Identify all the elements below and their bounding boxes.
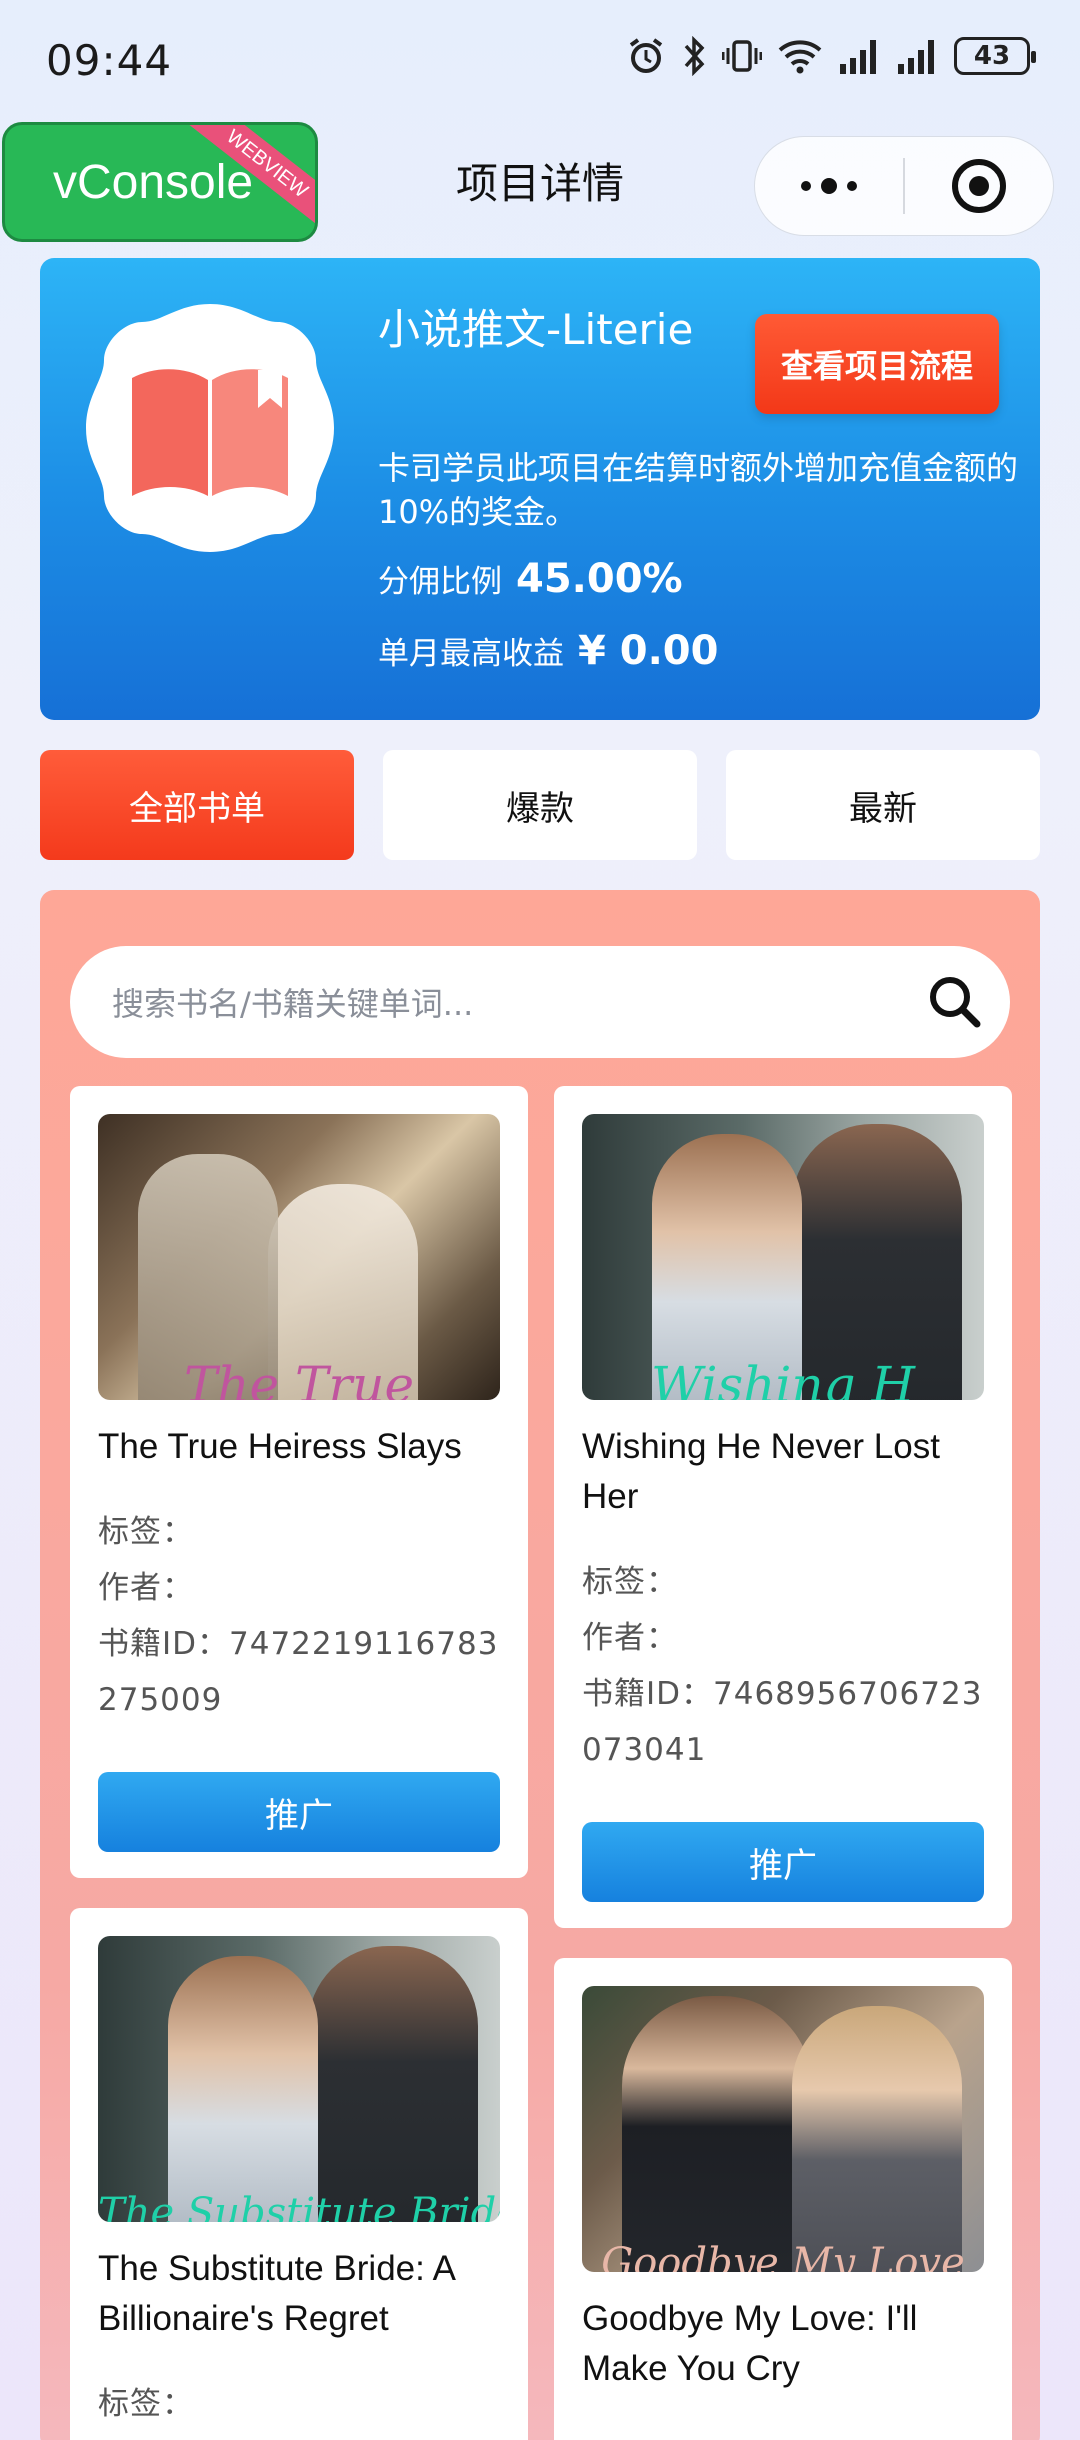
wifi-icon <box>778 40 822 74</box>
tab-all-books[interactable]: 全部书单 <box>40 750 354 860</box>
battery-icon: 43 <box>954 37 1036 75</box>
battery-level: 43 <box>973 41 1011 71</box>
signal-icon <box>840 40 876 74</box>
book-card: The True The True Heiress Slays 标签： 作者： … <box>70 1086 528 1878</box>
max-income-value: ¥ 0.00 <box>578 628 719 674</box>
max-income-row: 单月最高收益 ¥ 0.00 <box>378 628 718 674</box>
book-title: Goodbye My Love: I'll Make You Cry <box>582 2299 918 2388</box>
commission-row: 分佣比例 45.00% <box>378 556 683 602</box>
cover-title-text: The Substitute Bride <box>98 2190 500 2222</box>
book-meta: 标签： <box>98 2376 508 2432</box>
close-miniprogram-button[interactable] <box>905 137 1053 235</box>
project-card: 小说推文-Literie 查看项目流程 卡司学员此项目在结算时额外增加充值金额的… <box>40 258 1040 720</box>
more-button[interactable] <box>755 137 903 235</box>
alarm-icon <box>629 38 663 73</box>
book-card: The Substitute Bride The Substitute Brid… <box>70 1908 528 2440</box>
project-description: 卡司学员此项目在结算时额外增加充值金额的10%的奖金。 <box>378 449 1019 531</box>
cover-title-text: The True <box>183 1356 415 1400</box>
more-icon <box>801 178 857 194</box>
miniprogram-capsule <box>754 136 1054 236</box>
cover-figure <box>792 2006 962 2272</box>
book-tag-label: 标签： <box>98 2386 194 2422</box>
book-list-panel: 搜索书名/书籍关键单词... The True The True Heiress… <box>40 890 1040 2440</box>
search-placeholder: 搜索书名/书籍关键单词... <box>112 985 474 1023</box>
status-icons: 43 <box>626 36 1036 76</box>
book-author-label: 作者： <box>582 1620 678 1656</box>
cover-title-text: Wishing H <box>650 1356 916 1400</box>
project-title: 小说推文-Literie <box>378 305 694 354</box>
book-id-label: 书籍ID： <box>582 1676 714 1712</box>
tab-latest[interactable]: 最新 <box>726 750 1040 860</box>
book-title: Wishing He Never Lost Her <box>582 1427 940 1516</box>
tab-hot[interactable]: 爆款 <box>383 750 697 860</box>
book-tag-label: 标签： <box>582 1564 678 1600</box>
max-income-label: 单月最高收益 <box>378 636 564 672</box>
cover-figure <box>308 1946 478 2222</box>
cover-title-text: Goodbye My Love <box>601 2240 965 2272</box>
status-time: 09:44 <box>46 36 173 85</box>
book-title: The True Heiress Slays <box>98 1427 462 1466</box>
book-card: Goodbye My Love Goodbye My Love: I'll Ma… <box>554 1958 1012 2440</box>
search-icon <box>930 977 981 1028</box>
view-flow-button[interactable]: 查看项目流程 <box>755 314 999 414</box>
book-id-row: 书籍ID：7468956706723073041 <box>582 1666 992 1778</box>
promote-button[interactable]: 推广 <box>582 1822 984 1902</box>
book-author-label: 作者： <box>98 1570 194 1606</box>
status-bar: 09:44 43 <box>0 0 1080 120</box>
book-title: The Substitute Bride: A Billionaire's Re… <box>98 2249 455 2338</box>
cover-figure <box>622 1996 812 2272</box>
book-tag-label: 标签： <box>98 1514 194 1550</box>
book-meta: 标签： 作者： 书籍ID：7472219116783275009 <box>98 1504 508 1728</box>
search-button[interactable] <box>900 972 1010 1032</box>
search-input[interactable]: 搜索书名/书籍关键单词... <box>70 946 1010 1058</box>
commission-label: 分佣比例 <box>378 564 502 600</box>
signal-icon <box>898 40 934 74</box>
promote-button[interactable]: 推广 <box>98 1772 500 1852</box>
commission-value: 45.00% <box>516 556 683 602</box>
book-card: Wishing H Wishing He Never Lost Her 标签： … <box>554 1086 1012 1928</box>
vibrate-icon <box>722 40 762 72</box>
target-icon <box>952 159 1006 213</box>
book-cover-image: The Substitute Bride <box>98 1936 500 2222</box>
book-cover-image: Wishing H <box>582 1114 984 1400</box>
bluetooth-icon <box>684 36 705 76</box>
book-cover-image: The True <box>98 1114 500 1400</box>
book-cover-image: Goodbye My Love <box>582 1986 984 2272</box>
cover-figure <box>168 1956 318 2222</box>
book-logo-icon <box>86 304 334 552</box>
book-id-row: 书籍ID：7472219116783275009 <box>98 1616 508 1728</box>
book-meta: 标签： 作者： 书籍ID：7468956706723073041 <box>582 1554 992 1778</box>
book-id-label: 书籍ID： <box>98 1626 230 1662</box>
